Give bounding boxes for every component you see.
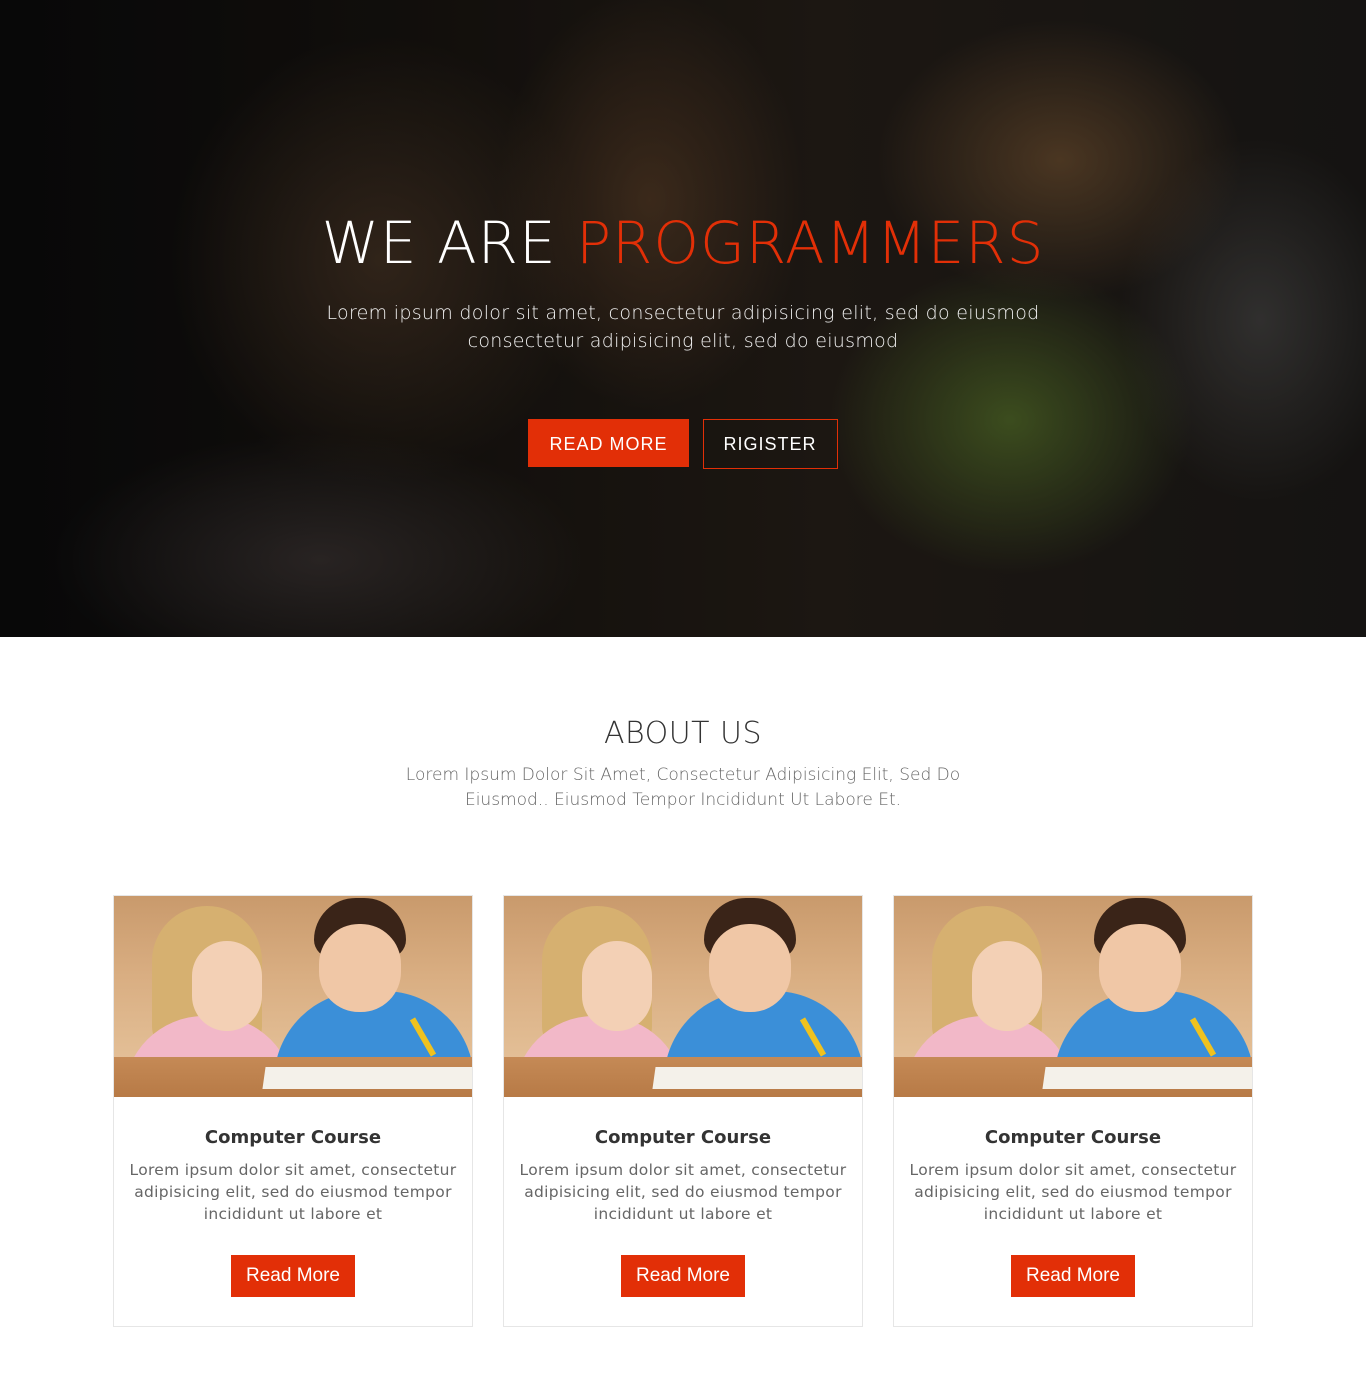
about-section: ABOUT US Lorem Ipsum Dolor Sit Amet, Con…	[0, 637, 1366, 1327]
course-read-more-button[interactable]: Read More	[621, 1255, 745, 1297]
course-description: Lorem ipsum dolor sit amet, consectetur …	[909, 1161, 1237, 1223]
hero-title: WE ARE PROGRAMMERS	[0, 205, 1366, 281]
course-card: Computer Course Lorem ipsum dolor sit am…	[503, 895, 863, 1327]
course-image	[504, 896, 862, 1097]
hero-buttons: READ MORE RIGISTER	[0, 419, 1366, 469]
course-description: Lorem ipsum dolor sit amet, consectetur …	[129, 1161, 457, 1223]
read-more-button[interactable]: READ MORE	[528, 419, 689, 467]
course-title: Computer Course	[594, 1127, 772, 1148]
hero-content: WE ARE PROGRAMMERS Lorem ipsum dolor sit…	[0, 205, 1366, 469]
hero-banner: WE ARE PROGRAMMERS Lorem ipsum dolor sit…	[0, 0, 1366, 637]
course-read-more-button[interactable]: Read More	[1011, 1255, 1135, 1297]
course-title: Computer Course	[984, 1127, 1162, 1148]
about-subtitle: Lorem Ipsum Dolor Sit Amet, Consectetur …	[405, 765, 961, 810]
course-title: Computer Course	[204, 1127, 382, 1148]
course-description: Lorem ipsum dolor sit amet, consectetur …	[519, 1161, 847, 1223]
about-title: ABOUT US	[603, 716, 763, 751]
course-cards: Computer Course Lorem ipsum dolor sit am…	[0, 895, 1366, 1327]
register-button[interactable]: RIGISTER	[702, 419, 838, 469]
course-image	[114, 896, 472, 1097]
course-card: Computer Course Lorem ipsum dolor sit am…	[893, 895, 1253, 1327]
course-read-more-button[interactable]: Read More	[231, 1255, 355, 1297]
hero-title-prefix: WE ARE	[321, 209, 557, 277]
hero-subtitle: Lorem ipsum dolor sit amet, consectetur …	[326, 302, 1040, 352]
hero-title-accent: PROGRAMMERS	[576, 209, 1045, 277]
course-image	[894, 896, 1252, 1097]
course-card: Computer Course Lorem ipsum dolor sit am…	[113, 895, 473, 1327]
